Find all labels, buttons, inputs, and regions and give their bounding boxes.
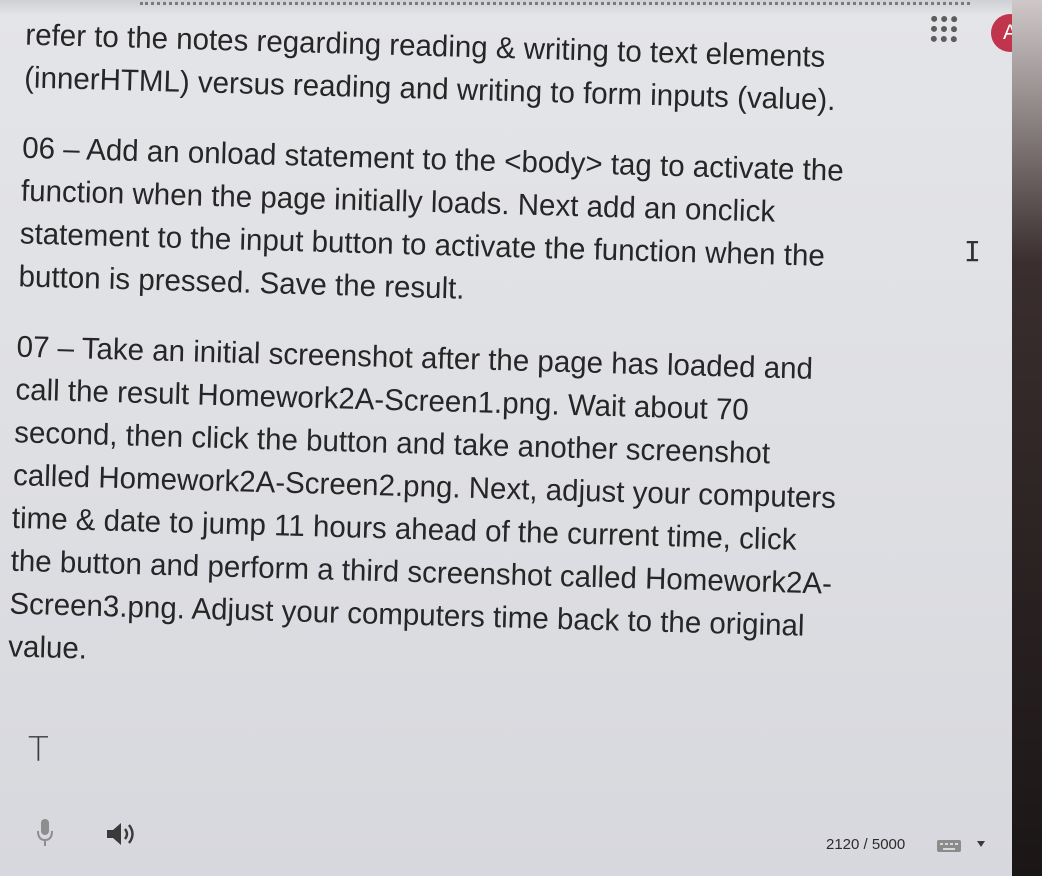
character-count: 2120 / 5000 bbox=[826, 836, 906, 853]
screen: refer to the notes regarding reading & w… bbox=[0, 0, 1042, 876]
text-cursor-ibeam-icon: I bbox=[964, 235, 981, 268]
dropdown-arrow-icon[interactable] bbox=[976, 840, 986, 848]
microphone-icon[interactable] bbox=[36, 818, 54, 848]
text-cursor: T bbox=[28, 730, 49, 770]
cut-off-line bbox=[140, 2, 970, 5]
top-strip bbox=[0, 0, 1012, 14]
keyboard-icon[interactable] bbox=[936, 838, 962, 854]
screen-bezel bbox=[1012, 0, 1042, 876]
apps-grid-icon[interactable] bbox=[930, 15, 958, 43]
document-text[interactable]: refer to the notes regarding reading & w… bbox=[8, 14, 986, 695]
speaker-icon[interactable] bbox=[104, 820, 138, 848]
